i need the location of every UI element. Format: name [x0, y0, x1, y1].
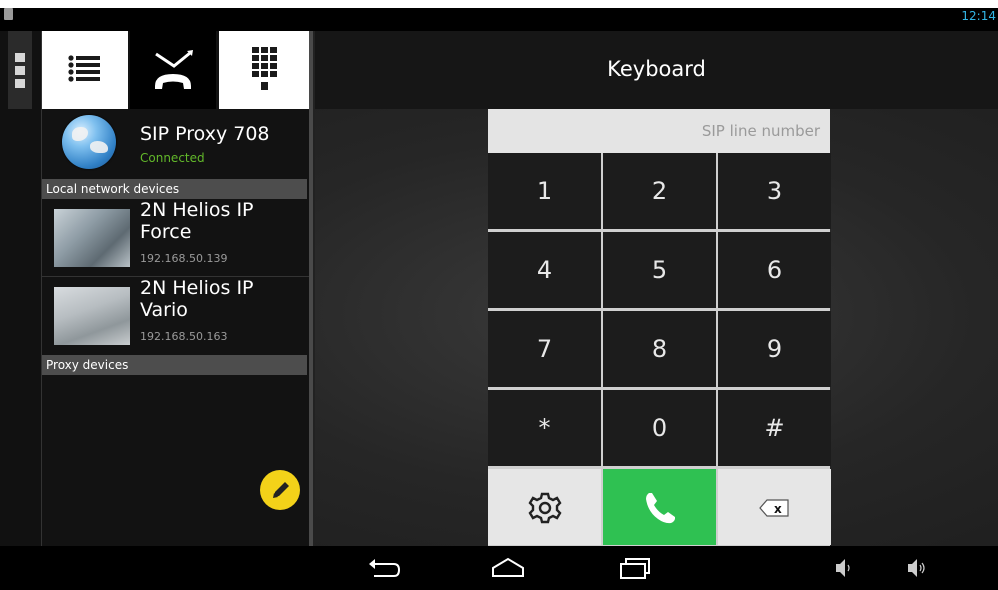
home-button[interactable]: [490, 554, 526, 586]
edit-pencil-icon: [273, 482, 289, 498]
volume-up-button[interactable]: [906, 554, 930, 586]
volume-down-icon: [836, 559, 850, 577]
key-8[interactable]: 8: [603, 311, 716, 387]
drawer-handle[interactable]: [8, 31, 32, 109]
key-0[interactable]: 0: [603, 390, 716, 466]
volume-down-button[interactable]: [834, 554, 854, 586]
key-4[interactable]: 4: [488, 232, 601, 308]
gear-icon: [527, 492, 562, 524]
device-ip: 192.168.50.163: [140, 330, 228, 343]
sip-line-input[interactable]: SIP line number: [488, 109, 830, 153]
recent-apps-button[interactable]: [617, 554, 653, 586]
dialpad: 1 2 3 4 5 6 7 8 9 * 0 # x: [488, 153, 831, 546]
navigation-bar: [0, 546, 998, 590]
key-1[interactable]: 1: [488, 153, 601, 229]
recent-apps-icon: [620, 558, 650, 579]
edit-button[interactable]: [260, 470, 300, 510]
key-2[interactable]: 2: [603, 153, 716, 229]
device-item[interactable]: 2N Helios IP Vario 192.168.50.163: [42, 277, 309, 363]
handle-dot: [15, 53, 25, 62]
section-header-proxy: Proxy devices: [42, 355, 307, 375]
back-button[interactable]: [366, 554, 402, 586]
home-icon: [492, 557, 524, 577]
svg-text:x: x: [774, 502, 782, 516]
device-thumbnail: [54, 287, 130, 345]
key-6[interactable]: 6: [718, 232, 831, 308]
page-top-strip: [0, 0, 998, 8]
handle-dot: [15, 66, 25, 75]
key-star[interactable]: *: [488, 390, 601, 466]
globe-land: [72, 127, 88, 141]
status-clock: 12:14: [961, 9, 996, 23]
missed-call-icon: [155, 50, 193, 89]
device-ip: 192.168.50.139: [140, 252, 228, 265]
handle-dot: [15, 79, 25, 88]
tab-keyboard[interactable]: [219, 31, 309, 109]
list-icon: [68, 55, 100, 82]
device-thumbnail: [54, 209, 130, 267]
settings-button[interactable]: [488, 469, 601, 545]
tab-bar: [42, 31, 309, 109]
section-header-local: Local network devices: [42, 179, 307, 199]
key-7[interactable]: 7: [488, 311, 601, 387]
globe-icon: [62, 115, 116, 169]
call-button[interactable]: [603, 469, 716, 545]
key-hash[interactable]: #: [718, 390, 831, 466]
page-title: Keyboard: [607, 57, 706, 81]
device-item[interactable]: 2N Helios IP Force 192.168.50.139: [42, 199, 309, 285]
drawer-edge: [0, 31, 42, 546]
volume-up-icon: [908, 559, 925, 577]
tab-contacts[interactable]: [42, 31, 128, 109]
phone-icon: [645, 493, 675, 524]
tab-calls[interactable]: [130, 31, 216, 109]
key-5[interactable]: 5: [603, 232, 716, 308]
status-bar: 12:14: [0, 8, 998, 31]
key-3[interactable]: 3: [718, 153, 831, 229]
proxy-status: Connected: [140, 151, 205, 165]
back-icon: [369, 559, 401, 577]
proxy-name: SIP Proxy 708: [140, 123, 270, 145]
globe-land: [90, 141, 108, 153]
backspace-button[interactable]: x: [718, 469, 831, 545]
backspace-icon: x: [758, 499, 789, 517]
device-name: 2N Helios IP Vario: [140, 277, 254, 321]
key-9[interactable]: 9: [718, 311, 831, 387]
dialpad-icon: [252, 47, 277, 90]
sd-card-icon: [4, 8, 13, 20]
device-list-panel: SIP Proxy 708 Connected Local network de…: [42, 31, 309, 546]
device-name: 2N Helios IP Force: [140, 199, 254, 243]
header: Keyboard: [315, 31, 998, 109]
